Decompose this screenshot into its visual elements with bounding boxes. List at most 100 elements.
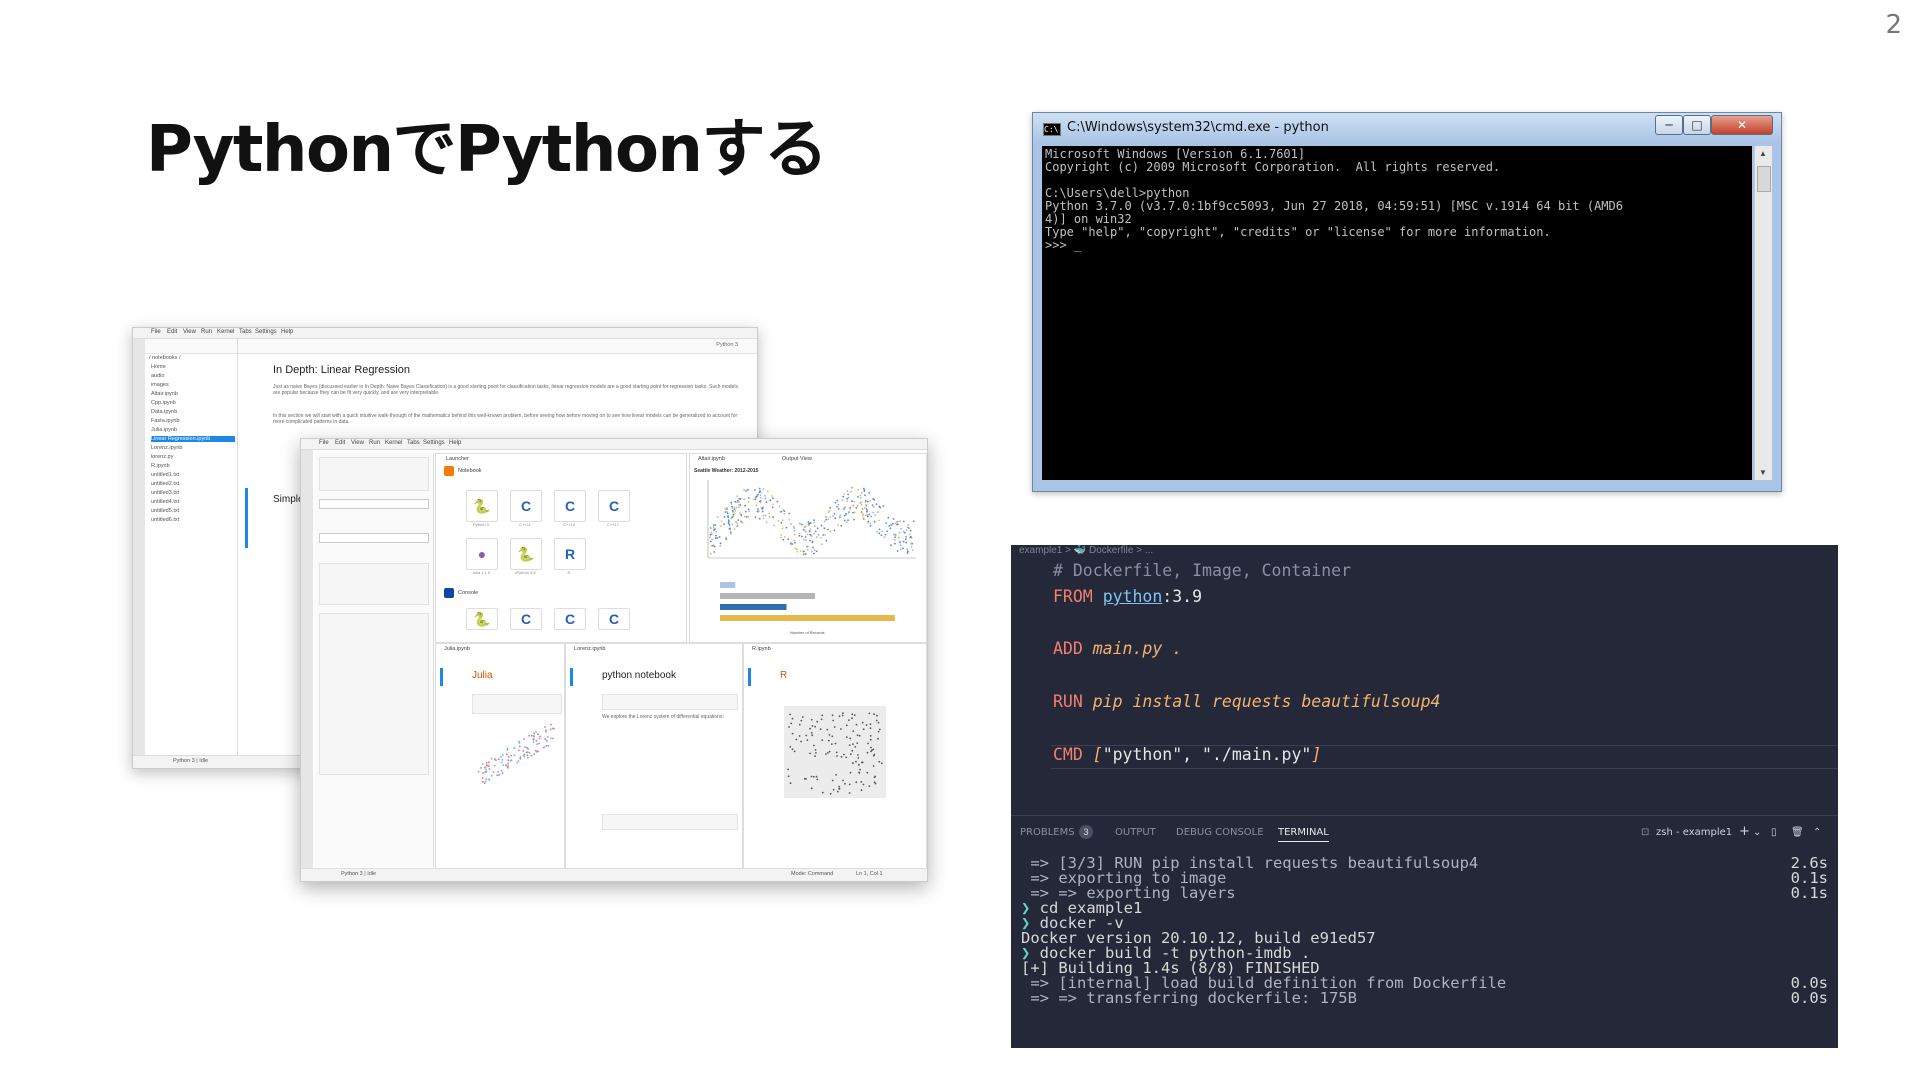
menu-tabs[interactable]: Tabs (239, 329, 252, 335)
menu-run[interactable]: Run (369, 440, 380, 446)
tab-output[interactable]: OUTPUT (1115, 827, 1156, 838)
menu-view[interactable]: View (351, 440, 364, 446)
cmd-titlebar[interactable]: C:\ C:\Windows\system32\cmd.exe - python… (1033, 113, 1781, 143)
menu-settings[interactable]: Settings (423, 440, 445, 446)
lorenz-solve-cell[interactable] (602, 814, 738, 830)
console-launcher-button[interactable]: C (554, 608, 586, 630)
menu-view[interactable]: View (183, 329, 196, 335)
kernel-launcher-button[interactable]: C (510, 490, 542, 522)
file-item[interactable]: Julia.ipynb (151, 427, 235, 433)
scatter-point (813, 549, 816, 552)
editor-line-1[interactable]: # Dockerfile, Image, Container (1053, 561, 1351, 580)
slide-type-select[interactable] (319, 499, 429, 509)
file-item[interactable]: Cpp.ipynb (151, 400, 235, 406)
nbconvert-select[interactable] (319, 533, 429, 543)
menu-settings[interactable]: Settings (255, 329, 277, 335)
new-terminal-icon[interactable]: + (1739, 824, 1750, 839)
tab-lorenz[interactable]: Lorenz.ipynb (574, 646, 606, 652)
file-item[interactable]: Altair.ipynb (151, 391, 235, 397)
tab-r[interactable]: R.ipynb (752, 646, 771, 652)
julia-code-cell[interactable] (472, 694, 562, 714)
maximize-button[interactable]: □ (1683, 115, 1711, 135)
tab-debug-console[interactable]: DEBUG CONSOLE (1176, 827, 1264, 838)
file-item[interactable]: lorenz.py (151, 454, 235, 460)
split-terminal-icon[interactable]: ▯ (1771, 827, 1777, 838)
editor-line-6[interactable]: RUN pip install requests beautifulsoup4 (1053, 692, 1440, 711)
menu-edit[interactable]: Edit (335, 440, 345, 446)
file-item[interactable]: untitled1.txt (151, 472, 235, 478)
file-browser-toolbar[interactable] (145, 339, 237, 354)
menu-file[interactable]: File (151, 329, 161, 335)
terminal-shell-name[interactable]: zsh - example1 (1656, 827, 1732, 838)
scatter-point (732, 511, 734, 513)
breadcrumb[interactable]: example1 > 🐳 Dockerfile > ... (1019, 545, 1153, 556)
scatter-point (736, 501, 738, 504)
chevron-down-icon[interactable]: ⌄ (1753, 827, 1761, 838)
activity-bar[interactable] (301, 450, 313, 870)
kernel-launcher-button[interactable]: C (554, 490, 586, 522)
slide-meta-code[interactable] (319, 457, 429, 491)
kernel-launcher-button[interactable]: R (554, 538, 586, 570)
close-button[interactable]: ✕ (1711, 115, 1773, 135)
console-launcher-button[interactable]: C (510, 608, 542, 630)
tab-output-view[interactable]: Output View (782, 456, 812, 462)
console-launcher-button[interactable]: C (598, 608, 630, 630)
kernel-launcher-button[interactable]: ● (466, 538, 498, 570)
file-item[interactable]: untitled6.txt (151, 517, 235, 523)
scroll-down-icon[interactable]: ▼ (1759, 468, 1767, 477)
tab-problems[interactable]: PROBLEMS (1020, 827, 1075, 838)
status-bar-front: Python 3 | Idle Mode: Command Ln 1, Col … (301, 868, 927, 881)
file-item[interactable]: Home (151, 364, 235, 370)
kernel-launcher-button[interactable]: C (598, 490, 630, 522)
editor-line-2[interactable]: FROM python:3.9 (1053, 587, 1202, 606)
file-item[interactable]: untitled3.txt (151, 490, 235, 496)
scatter-point (736, 522, 739, 525)
trash-icon[interactable]: 🗑 (1791, 827, 1804, 838)
notebook-metadata-editor[interactable] (319, 613, 429, 775)
kernel-launcher-button[interactable]: 🐍 (466, 490, 498, 522)
cmd-console[interactable]: Microsoft Windows [Version 6.1.7601] Cop… (1042, 146, 1752, 480)
file-item[interactable]: Lorenz.ipynb (151, 445, 235, 451)
menu-run[interactable]: Run (201, 329, 212, 335)
file-item[interactable]: untitled4.txt (151, 499, 235, 505)
from-image[interactable]: python (1103, 587, 1163, 606)
menu-kernel[interactable]: Kernel (385, 440, 402, 446)
scatter-point (543, 746, 546, 749)
notebook-toolbar[interactable]: Python 3 (238, 339, 757, 354)
editor-line-4[interactable]: ADD main.py . (1053, 639, 1182, 658)
file-item[interactable]: images (151, 382, 235, 388)
editor-line-8[interactable]: CMD ["python", "./main.py"] (1053, 745, 1321, 764)
tab-julia[interactable]: Julia.ipynb (444, 646, 470, 652)
menu-help[interactable]: Help (281, 329, 293, 335)
scatter-point (725, 538, 728, 540)
scroll-up-icon[interactable]: ▲ (1759, 149, 1767, 158)
cmd-scrollbar[interactable]: ▲ ▼ (1754, 146, 1772, 480)
console-launcher-button[interactable]: 🐍 (466, 608, 498, 630)
file-item[interactable]: untitled2.txt (151, 481, 235, 487)
tab-terminal[interactable]: TERMINAL (1278, 827, 1329, 842)
tab-altair[interactable]: Altair.ipynb (698, 456, 725, 462)
minimize-button[interactable]: ─ (1655, 115, 1683, 135)
terminal-output[interactable]: => [3/3] RUN pip install requests beauti… (1011, 854, 1838, 1048)
menu-tabs[interactable]: Tabs (407, 440, 420, 446)
file-item[interactable]: Fasta.ipynb (151, 418, 235, 424)
activity-bar[interactable] (133, 339, 145, 755)
cell-metadata-editor[interactable] (319, 563, 429, 605)
lorenz-import-cell[interactable] (602, 694, 738, 710)
file-item[interactable]: R.ipynb (151, 463, 235, 469)
scatter-point (507, 756, 510, 758)
menu-file[interactable]: File (319, 440, 329, 446)
file-item[interactable]: Data.ipynb (151, 409, 235, 415)
tab-launcher[interactable]: Launcher (446, 456, 469, 462)
chevron-up-icon[interactable]: ⌃ (1813, 827, 1821, 838)
file-item[interactable]: Linear Regression.ipynb (151, 436, 235, 442)
menu-edit[interactable]: Edit (167, 329, 177, 335)
bar (720, 604, 787, 610)
kernel-name[interactable]: Python 3 (716, 342, 738, 348)
file-item[interactable]: audio (151, 373, 235, 379)
scroll-thumb[interactable] (1757, 166, 1771, 192)
menu-kernel[interactable]: Kernel (217, 329, 234, 335)
menu-help[interactable]: Help (449, 440, 461, 446)
kernel-launcher-button[interactable]: 🐍 (510, 538, 542, 570)
file-item[interactable]: untitled5.txt (151, 508, 235, 514)
